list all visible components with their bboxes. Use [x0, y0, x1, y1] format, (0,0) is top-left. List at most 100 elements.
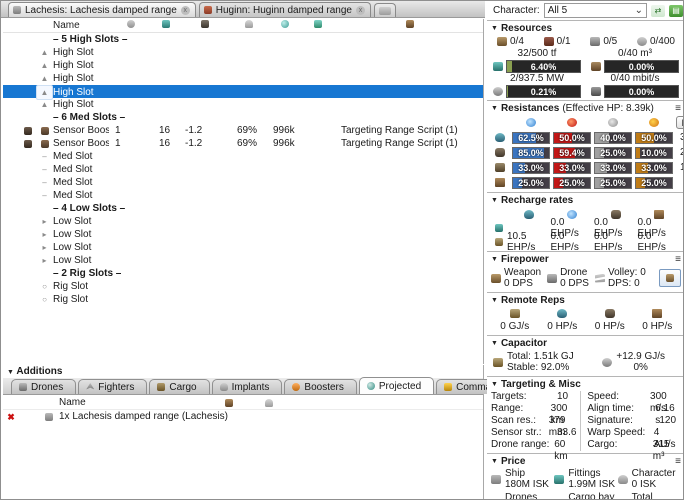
powergrid-label: 2/937.5 MW [510, 73, 564, 84]
turret-hardpoints-icon [497, 37, 507, 46]
firepower-header[interactable]: ▼ Firepower ≡ [491, 253, 681, 266]
med-slot-row[interactable]: – Med Slot [3, 189, 483, 202]
drone-dps-icon [547, 273, 558, 283]
module-state-icon[interactable] [23, 139, 32, 148]
remove-projected-icon[interactable]: ✖ [3, 410, 19, 424]
additions-panel: ▼ Additions Drones Fighters Cargo Implan… [3, 365, 577, 499]
armor-icon [495, 148, 505, 157]
speed-value: 300 m/s [650, 391, 667, 414]
character-label: Character: [493, 5, 540, 16]
speed-label: Speed: [587, 391, 620, 402]
low-slot-row[interactable]: ▸ Low Slot [3, 228, 483, 241]
fittings-price-value: 1.99M ISK [568, 479, 616, 490]
volley-icon [594, 273, 605, 283]
fitting-header-row: Name [3, 19, 483, 33]
med-slot-row[interactable]: – Med Slot [3, 163, 483, 176]
rig-slot-row[interactable]: ○ Rig Slot [3, 280, 483, 293]
cap-stable-label: Stable: [507, 362, 539, 373]
sustained-armor-repair: 0.0 EHP/s [594, 231, 623, 253]
price-menu-icon[interactable]: ≡ [675, 456, 681, 467]
tab-huginn[interactable]: Huginn: Huginn damped range x [198, 2, 371, 17]
turret-icon [666, 274, 674, 282]
additions-tabbar: Drones Fighters Cargo Implants Boosters … [3, 377, 577, 395]
tab-projected[interactable]: Projected [358, 377, 435, 394]
collapse-triangle-icon: ▼ [491, 105, 498, 112]
resistances-menu-icon[interactable]: ≡ [675, 103, 681, 114]
hardpoint-meters: 0/4 0/1 0/5 0/400 [491, 35, 681, 48]
drones-price-label: Drones [505, 492, 538, 500]
high-slot-row-selected[interactable]: ▲ High Slot [3, 85, 483, 100]
recharge-section: ▼ Recharge rates 0.0 EHP/s 0.0 EHP/s 0.0… [487, 192, 683, 253]
remote-shield-icon [557, 309, 568, 318]
projected-fit-row[interactable]: ✖ 1x Lachesis damped range (Lachesis) [3, 410, 483, 424]
rig-slot-icon: ○ [42, 282, 47, 291]
recharge-header[interactable]: ▼ Recharge rates [491, 194, 681, 207]
ehp-toggle-button[interactable]: EHP [676, 116, 683, 129]
drone-slots-value: 0/5 [603, 36, 618, 47]
projected-name-header[interactable]: Name [59, 395, 209, 410]
med-slot-icon: – [42, 191, 47, 200]
med-slot-row[interactable]: – Med Slot [3, 150, 483, 163]
character-select-value: All 5 [547, 5, 568, 16]
rig-slot-row[interactable]: ○ Rig Slot [3, 293, 483, 306]
sustained-tank-icon [495, 238, 503, 246]
charge-qty: 1 [115, 138, 121, 149]
tab-lachesis-close-icon[interactable]: x [180, 5, 190, 15]
explosive-damage-icon [649, 118, 659, 127]
range-column-icon [245, 20, 253, 28]
remote-armor-icon [604, 309, 615, 318]
low-slot-row[interactable]: ▸ Low Slot [3, 254, 483, 267]
resources-header[interactable]: ▼ Resources [491, 22, 681, 35]
recharge-grid: 0.0 EHP/s 0.0 EHP/s 0.0 EHP/s 10.5 EHP/s… [491, 207, 681, 253]
remote-reps-header[interactable]: ▼ Remote Reps [491, 294, 681, 307]
tab-fighters[interactable]: Fighters [78, 379, 148, 394]
high-slot-row[interactable]: ▲ High Slot [3, 59, 483, 72]
sensorstr-label: Sensor str.: [491, 427, 542, 438]
attributes-column-icon [127, 20, 135, 28]
new-tab-button[interactable] [373, 3, 396, 17]
high-slot-row[interactable]: ▲ High Slot [3, 72, 483, 85]
aligntime-value: 6.16 s [655, 403, 675, 426]
refresh-character-button[interactable]: ⇄ [651, 4, 665, 17]
tab-cargo[interactable]: Cargo [149, 379, 210, 394]
low-slot-row[interactable]: ▸ Low Slot [3, 241, 483, 254]
tab-implants[interactable]: Implants [211, 379, 283, 394]
drone-bandwidth-label: 0/40 mbit/s [610, 73, 660, 84]
tab-huginn-close-icon[interactable]: x [355, 5, 365, 15]
sensor-booster-row[interactable]: Sensor Booster II 1 16 -1.2 69% 996k Tar… [3, 137, 483, 150]
sensor-booster-row[interactable]: Sensor Booster II 1 16 -1.2 69% 996k Tar… [3, 124, 483, 137]
character-row: Character: All 5 ⌄ ⇄ ▤ [487, 1, 683, 20]
med-slot-row[interactable]: – Med Slot [3, 176, 483, 189]
fighters-icon [86, 383, 95, 390]
column-name-header[interactable]: Name [53, 19, 109, 32]
tab-lachesis[interactable]: Lachesis: Lachesis damped range x [8, 2, 196, 17]
drone-bandwidth-bar: 0.00% [604, 84, 679, 98]
tab-boosters[interactable]: Boosters [284, 379, 357, 394]
high-slot-row[interactable]: ▲ High Slot [3, 98, 483, 111]
module-state-icon[interactable] [23, 126, 32, 135]
targeting-header[interactable]: ▼ Targeting & Misc [491, 378, 681, 391]
collapse-triangle-icon: ▼ [491, 340, 498, 347]
tab-drones[interactable]: Drones [11, 379, 77, 394]
projected-icon [366, 382, 375, 390]
resistances-header[interactable]: ▼ Resistances (Effective HP: 8.39k) ≡ [491, 102, 681, 115]
capacitor-header[interactable]: ▼ Capacitor [491, 337, 681, 350]
targets-value: 10 [557, 391, 569, 402]
capacitor-icon [493, 357, 503, 367]
firepower-menu-icon[interactable]: ≡ [675, 254, 681, 265]
signature-label: Signature: [587, 415, 633, 426]
high-slot-row[interactable]: ▲ High Slot [3, 46, 483, 59]
resistances-section: ▼ Resistances (Effective HP: 8.39k) ≡ EH… [487, 100, 683, 192]
open-character-editor-button[interactable]: ▤ [669, 4, 683, 17]
low-slot-row[interactable]: ▸ Low Slot [3, 215, 483, 228]
powergrid-icon [493, 86, 503, 96]
weapon-dps: 0 DPS [504, 278, 533, 289]
dps-graph-button[interactable] [659, 269, 681, 287]
character-select[interactable]: All 5 ⌄ [543, 3, 647, 18]
shield-column-icon [281, 20, 289, 28]
low-slot-icon: ▸ [42, 243, 47, 252]
resistances-grid: EHP 62.5% 50.0% 40.0% 50.0% 3.92k 85.0% … [491, 115, 683, 190]
damage-pattern-icon [495, 178, 505, 187]
shield-ehp: 3.92k [676, 130, 683, 145]
signature-value: 120 [659, 415, 677, 426]
